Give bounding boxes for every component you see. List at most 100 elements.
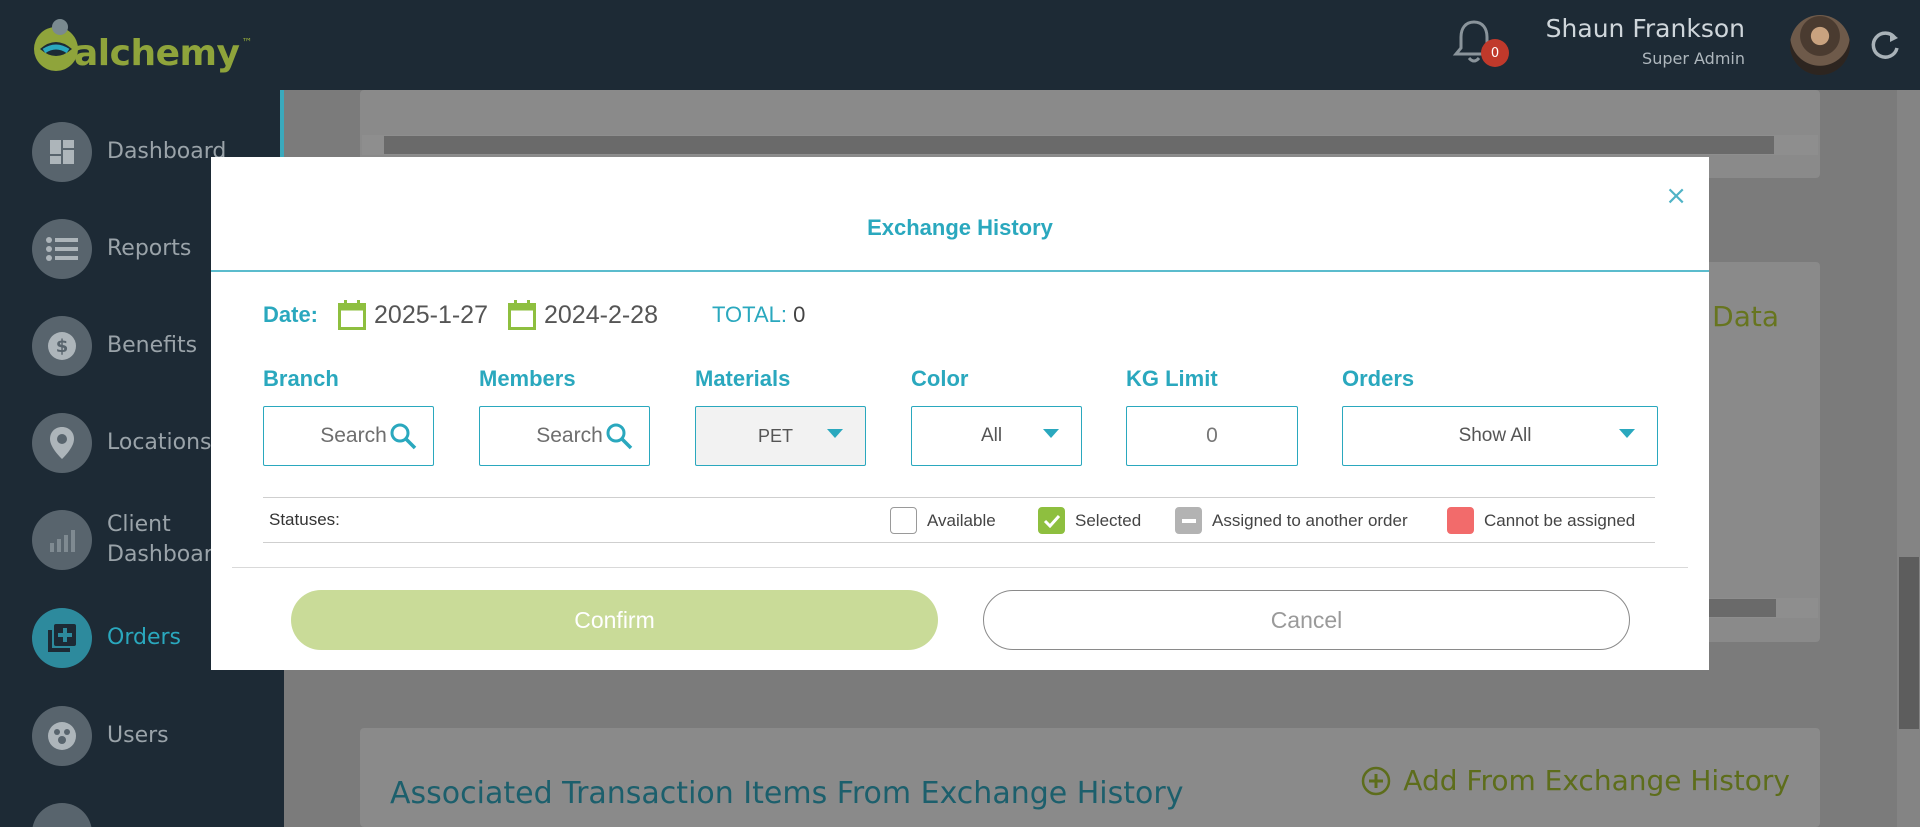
search-icon bbox=[390, 423, 417, 450]
branch-label: Branch bbox=[263, 366, 339, 391]
legend-available: Available bbox=[890, 507, 996, 534]
sidebar-item-label: Reports bbox=[107, 236, 192, 261]
confirm-button[interactable]: Confirm bbox=[291, 590, 938, 650]
menu-icon bbox=[32, 803, 92, 827]
search-placeholder: Search bbox=[320, 424, 387, 447]
color-label: Color bbox=[911, 366, 969, 391]
plus-circle-icon bbox=[1362, 766, 1391, 795]
users-icon bbox=[32, 706, 92, 766]
user-name: Shaun Frankson bbox=[1545, 14, 1745, 43]
close-icon[interactable]: × bbox=[1665, 181, 1687, 211]
date-range-row: Date: 2025-1-27 2024-2-28 TOTAL: 0 bbox=[263, 300, 805, 330]
cancel-button[interactable]: Cancel bbox=[983, 590, 1630, 650]
sidebar-item-reports[interactable]: Reports bbox=[32, 219, 191, 279]
sidebar-item-label: Dashboard bbox=[107, 139, 227, 164]
sidebar-item-label: Locations bbox=[107, 430, 212, 455]
materials-value: PET bbox=[757, 425, 793, 446]
blocked-square-icon bbox=[1447, 507, 1474, 534]
legend-label: Assigned to another order bbox=[1212, 510, 1408, 530]
alchemy-logo[interactable]: alchemy ™ bbox=[30, 14, 253, 78]
sidebar-item-client-dashboard[interactable]: Client Dashboard bbox=[32, 510, 226, 570]
avatar[interactable] bbox=[1790, 15, 1850, 75]
date-from-value: 2025-1-27 bbox=[374, 300, 488, 329]
sidebar-item-benefits[interactable]: $ Benefits bbox=[32, 316, 197, 376]
statuses-label: Statuses: bbox=[269, 510, 340, 529]
orders-value: Show All bbox=[1458, 425, 1532, 446]
horizontal-scrollbar-thumb[interactable] bbox=[384, 136, 1774, 154]
branch-search-input[interactable]: Search bbox=[263, 406, 434, 466]
total-display: TOTAL: 0 bbox=[712, 302, 805, 328]
orders-select[interactable]: Show All bbox=[1342, 406, 1658, 466]
checkmark-icon bbox=[1038, 507, 1065, 534]
section-heading: Associated Transaction Items From Exchan… bbox=[390, 776, 1184, 811]
sidebar-item-orders[interactable]: Orders bbox=[32, 608, 181, 668]
legend-selected: Selected bbox=[1038, 507, 1141, 534]
kg-limit-input[interactable]: 0 bbox=[1126, 406, 1298, 466]
refresh-icon[interactable] bbox=[1868, 28, 1902, 62]
color-value: All bbox=[980, 425, 1003, 446]
orders-label: Orders bbox=[1342, 366, 1415, 391]
exchange-history-modal: × Exchange History Date: 2025-1-27 2024-… bbox=[211, 157, 1709, 670]
legend-label: Selected bbox=[1075, 510, 1142, 530]
dashboard-icon bbox=[32, 122, 92, 182]
sidebar-item-label: Client bbox=[107, 512, 171, 537]
chevron-down-icon bbox=[1619, 429, 1635, 438]
user-role: Super Admin bbox=[1642, 49, 1745, 68]
members-filter: Members Search bbox=[479, 366, 650, 466]
legend-label: Cannot be assigned bbox=[1484, 510, 1636, 530]
color-filter: Color All bbox=[911, 366, 1082, 466]
materials-label: Materials bbox=[695, 366, 791, 391]
chart-icon bbox=[32, 510, 92, 570]
checkbox-empty-icon bbox=[890, 507, 917, 534]
sidebar-item-dashboard[interactable]: Dashboard bbox=[32, 122, 226, 182]
sidebar-item-label: Orders bbox=[107, 625, 181, 650]
notification-count-badge: 0 bbox=[1481, 39, 1509, 67]
search-placeholder: Search bbox=[536, 424, 603, 447]
divider bbox=[232, 567, 1688, 568]
add-order-icon bbox=[32, 608, 92, 668]
list-icon bbox=[32, 219, 92, 279]
add-link-label: Add From Exchange History bbox=[1403, 764, 1790, 797]
chevron-down-icon bbox=[827, 429, 843, 438]
date-from-picker[interactable]: 2025-1-27 bbox=[338, 300, 488, 330]
chevron-down-icon bbox=[1043, 429, 1059, 438]
materials-select[interactable]: PET bbox=[695, 406, 866, 466]
legend-assigned: Assigned to another order bbox=[1175, 507, 1408, 534]
kg-limit-value: 0 bbox=[1206, 424, 1218, 447]
modal-title: Exchange History bbox=[867, 215, 1053, 240]
vertical-scrollbar-thumb[interactable] bbox=[1899, 557, 1919, 729]
members-search-input[interactable]: Search bbox=[479, 406, 650, 466]
sidebar-item-label: Dashboard bbox=[107, 542, 227, 567]
divider bbox=[211, 270, 1709, 272]
legend-label: Available bbox=[927, 510, 996, 530]
location-pin-icon bbox=[32, 413, 92, 473]
kg-limit-label: KG Limit bbox=[1126, 366, 1218, 391]
dollar-icon: $ bbox=[32, 316, 92, 376]
search-icon bbox=[606, 423, 633, 450]
calendar-icon bbox=[508, 300, 536, 330]
top-bar: alchemy ™ 0 Shaun Frankson Super Admin bbox=[0, 0, 1920, 90]
materials-filter: Materials PET bbox=[695, 366, 866, 466]
statuses-legend: Statuses: Available Selected Assigned to… bbox=[263, 497, 1655, 543]
horizontal-scrollbar-thumb[interactable] bbox=[1700, 599, 1776, 617]
color-select[interactable]: All bbox=[911, 406, 1082, 466]
sidebar-item-label: Benefits bbox=[107, 333, 198, 358]
kg-limit-filter: KG Limit 0 bbox=[1126, 366, 1298, 466]
sidebar-item-locations[interactable]: Locations bbox=[32, 413, 212, 473]
date-label: Date: bbox=[263, 302, 319, 327]
date-to-picker[interactable]: 2024-2-28 bbox=[508, 300, 658, 330]
legend-cannot-assign: Cannot be assigned bbox=[1447, 507, 1635, 534]
calendar-icon bbox=[338, 300, 367, 330]
members-label: Members bbox=[479, 366, 576, 391]
logo-icon bbox=[34, 19, 78, 71]
total-value: 0 bbox=[793, 302, 806, 327]
minus-icon bbox=[1175, 507, 1202, 534]
logo-text: alchemy bbox=[74, 32, 240, 74]
branch-filter: Branch Search bbox=[263, 366, 434, 466]
date-to-value: 2024-2-28 bbox=[544, 300, 658, 329]
sidebar-item-more[interactable] bbox=[32, 803, 92, 827]
sidebar-item-users[interactable]: Users bbox=[32, 706, 169, 766]
add-from-exchange-history-button[interactable]: Add From Exchange History bbox=[1361, 764, 1790, 797]
svg-text:$: $ bbox=[56, 336, 69, 357]
total-label: TOTAL: bbox=[711, 302, 787, 327]
